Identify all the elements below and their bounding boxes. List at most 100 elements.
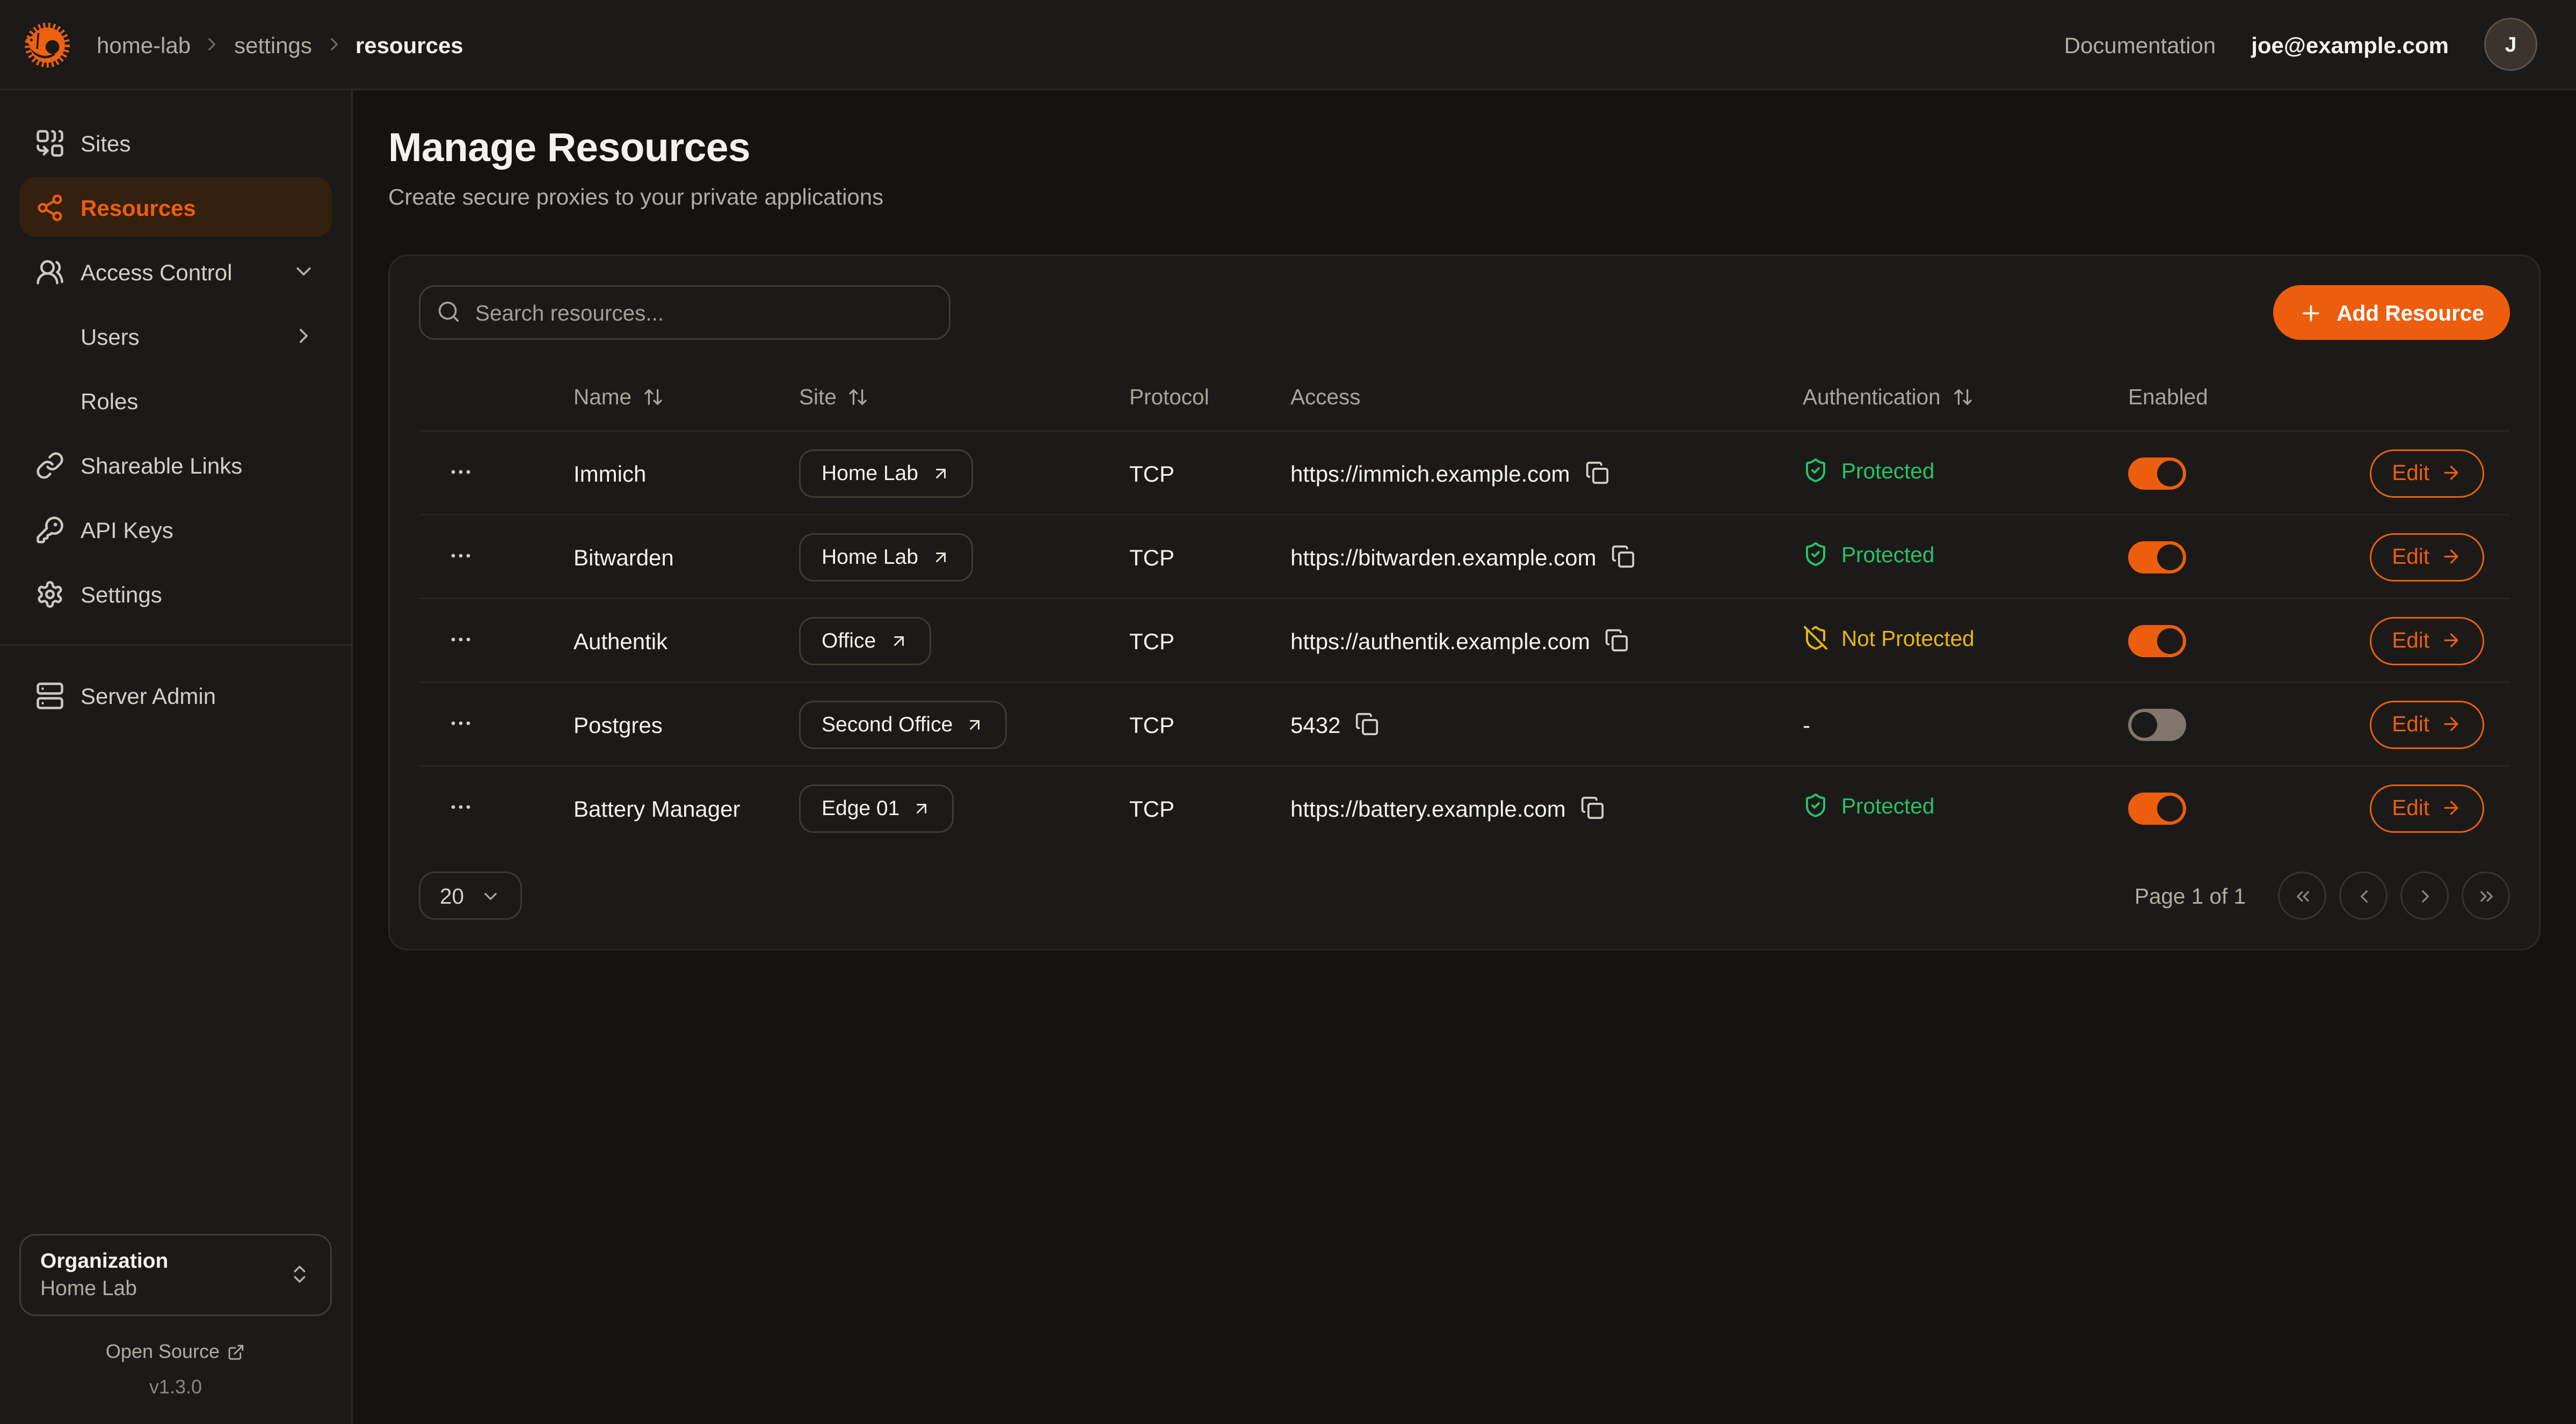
sidebar-item-shareable-links[interactable]: Shareable Links	[19, 435, 332, 495]
enabled-toggle[interactable]	[2128, 624, 2186, 657]
edit-button-label: Edit	[2392, 796, 2429, 820]
edit-button[interactable]: Edit	[2369, 449, 2484, 497]
copy-icon	[1585, 461, 1609, 485]
copy-icon	[1611, 544, 1635, 569]
auth-label: Protected	[1841, 542, 1934, 566]
copy-access-button[interactable]	[1611, 544, 1635, 569]
arrow-right-icon	[2441, 797, 2462, 818]
org-selector[interactable]: Organization Home Lab	[19, 1234, 332, 1316]
site-badge[interactable]: Office	[799, 616, 931, 665]
search-input[interactable]	[419, 285, 950, 340]
protocol-cell: TCP	[1129, 460, 1290, 486]
sidebar-item-label: Roles	[81, 388, 138, 413]
user-email[interactable]: joe@example.com	[2251, 32, 2449, 57]
pagination-controls: Page 1 of 1	[2135, 871, 2510, 920]
sidebar-item-settings[interactable]: Settings	[19, 564, 332, 623]
column-header-site[interactable]: Site	[799, 384, 1129, 409]
site-badge[interactable]: Edge 01	[799, 784, 954, 832]
column-header-name[interactable]: Name	[574, 384, 799, 409]
resource-name: Immich	[574, 460, 646, 486]
edit-button[interactable]: Edit	[2369, 784, 2484, 832]
sidebar-item-server-admin[interactable]: Server Admin	[19, 665, 332, 725]
table-row: Authentik Office TCP https://authentik.e…	[419, 598, 2510, 681]
top-bar: home-lab settings resources Documentatio…	[0, 0, 2576, 90]
row-menu-cell	[445, 791, 574, 825]
edit-button[interactable]: Edit	[2369, 533, 2484, 581]
auth-status: Protected	[1803, 541, 1934, 567]
copy-access-button[interactable]	[1580, 796, 1605, 820]
sidebar-item-sites[interactable]: Sites	[19, 113, 332, 172]
site-cell: Home Lab	[799, 533, 1129, 581]
page-size-select[interactable]: 20	[419, 871, 522, 920]
next-page-button[interactable]	[2400, 871, 2449, 920]
resource-name: Bitwarden	[574, 544, 674, 570]
site-badge[interactable]: Home Lab	[799, 449, 973, 497]
row-menu-button[interactable]	[445, 540, 477, 572]
page-info: Page 1 of 1	[2135, 884, 2246, 908]
table-row: Immich Home Lab TCP https://immich.examp…	[419, 430, 2510, 514]
copy-access-button[interactable]	[1585, 461, 1609, 485]
sidebar-item-api-keys[interactable]: API Keys	[19, 499, 332, 559]
add-resource-button[interactable]: Add Resource	[2274, 285, 2510, 340]
site-badge[interactable]: Second Office	[799, 700, 1007, 749]
documentation-link[interactable]: Documentation	[2064, 32, 2216, 57]
last-page-button[interactable]	[2462, 871, 2510, 920]
enabled-toggle[interactable]	[2128, 708, 2186, 740]
edit-cell: Edit	[2325, 784, 2484, 832]
breadcrumb-org[interactable]: home-lab	[97, 32, 191, 57]
avatar[interactable]: J	[2484, 18, 2537, 71]
row-menu-button[interactable]	[445, 623, 477, 656]
access-cell: https://immich.example.com	[1290, 460, 1803, 486]
row-menu-cell	[445, 707, 574, 741]
access-cell: https://bitwarden.example.com	[1290, 544, 1803, 570]
sidebar-item-label: Shareable Links	[81, 452, 242, 478]
resources-table: Name Site Protocol Access	[419, 362, 2510, 849]
column-header-authentication[interactable]: Authentication	[1803, 384, 2128, 409]
access-value: https://authentik.example.com	[1290, 628, 1590, 653]
copy-access-button[interactable]	[1605, 628, 1629, 652]
authentication-cell: Protected	[1803, 541, 2128, 572]
site-badge[interactable]: Home Lab	[799, 533, 973, 581]
name-cell: Bitwarden	[574, 544, 799, 570]
protocol-cell: TCP	[1129, 544, 1290, 570]
edit-cell: Edit	[2325, 449, 2484, 497]
site-cell: Edge 01	[799, 784, 1129, 832]
sidebar-item-roles[interactable]: Roles	[19, 370, 332, 430]
auth-status: -	[1803, 711, 1810, 737]
copy-access-button[interactable]	[1355, 712, 1379, 736]
enabled-toggle[interactable]	[2128, 792, 2186, 824]
open-source-link[interactable]: Open Source	[0, 1340, 351, 1363]
arrow-up-right-icon	[931, 547, 950, 566]
edit-button[interactable]: Edit	[2369, 616, 2484, 665]
chevron-right-icon	[2414, 885, 2435, 906]
enabled-toggle[interactable]	[2128, 457, 2186, 489]
sidebar-item-access-control[interactable]: Access Control	[19, 242, 332, 301]
resource-name: Authentik	[574, 628, 667, 653]
row-menu-button[interactable]	[445, 791, 477, 823]
site-cell: Second Office	[799, 700, 1129, 749]
edit-cell: Edit	[2325, 700, 2484, 749]
copy-icon	[1605, 628, 1629, 652]
authentication-cell: Not Protected	[1803, 625, 2128, 656]
protocol-value: TCP	[1129, 628, 1174, 653]
protocol-cell: TCP	[1129, 795, 1290, 821]
site-badge-label: Second Office	[822, 712, 953, 736]
previous-page-button[interactable]	[2339, 871, 2388, 920]
protocol-cell: TCP	[1129, 628, 1290, 653]
first-page-button[interactable]	[2278, 871, 2326, 920]
site-badge-label: Home Lab	[822, 461, 918, 485]
authentication-cell: Protected	[1803, 793, 2128, 823]
breadcrumb-settings[interactable]: settings	[234, 32, 312, 57]
sidebar-item-users[interactable]: Users	[19, 306, 332, 366]
breadcrumb-resources[interactable]: resources	[355, 32, 463, 57]
enabled-toggle[interactable]	[2128, 541, 2186, 573]
arrow-up-right-icon	[966, 715, 985, 734]
edit-cell: Edit	[2325, 533, 2484, 581]
access-value: https://bitwarden.example.com	[1290, 544, 1597, 570]
row-menu-button[interactable]	[445, 456, 477, 488]
pangolin-logo-icon[interactable]	[16, 14, 77, 75]
sidebar-item-resources[interactable]: Resources	[19, 177, 332, 237]
name-cell: Battery Manager	[574, 795, 799, 821]
row-menu-button[interactable]	[445, 707, 477, 739]
edit-button[interactable]: Edit	[2369, 700, 2484, 749]
